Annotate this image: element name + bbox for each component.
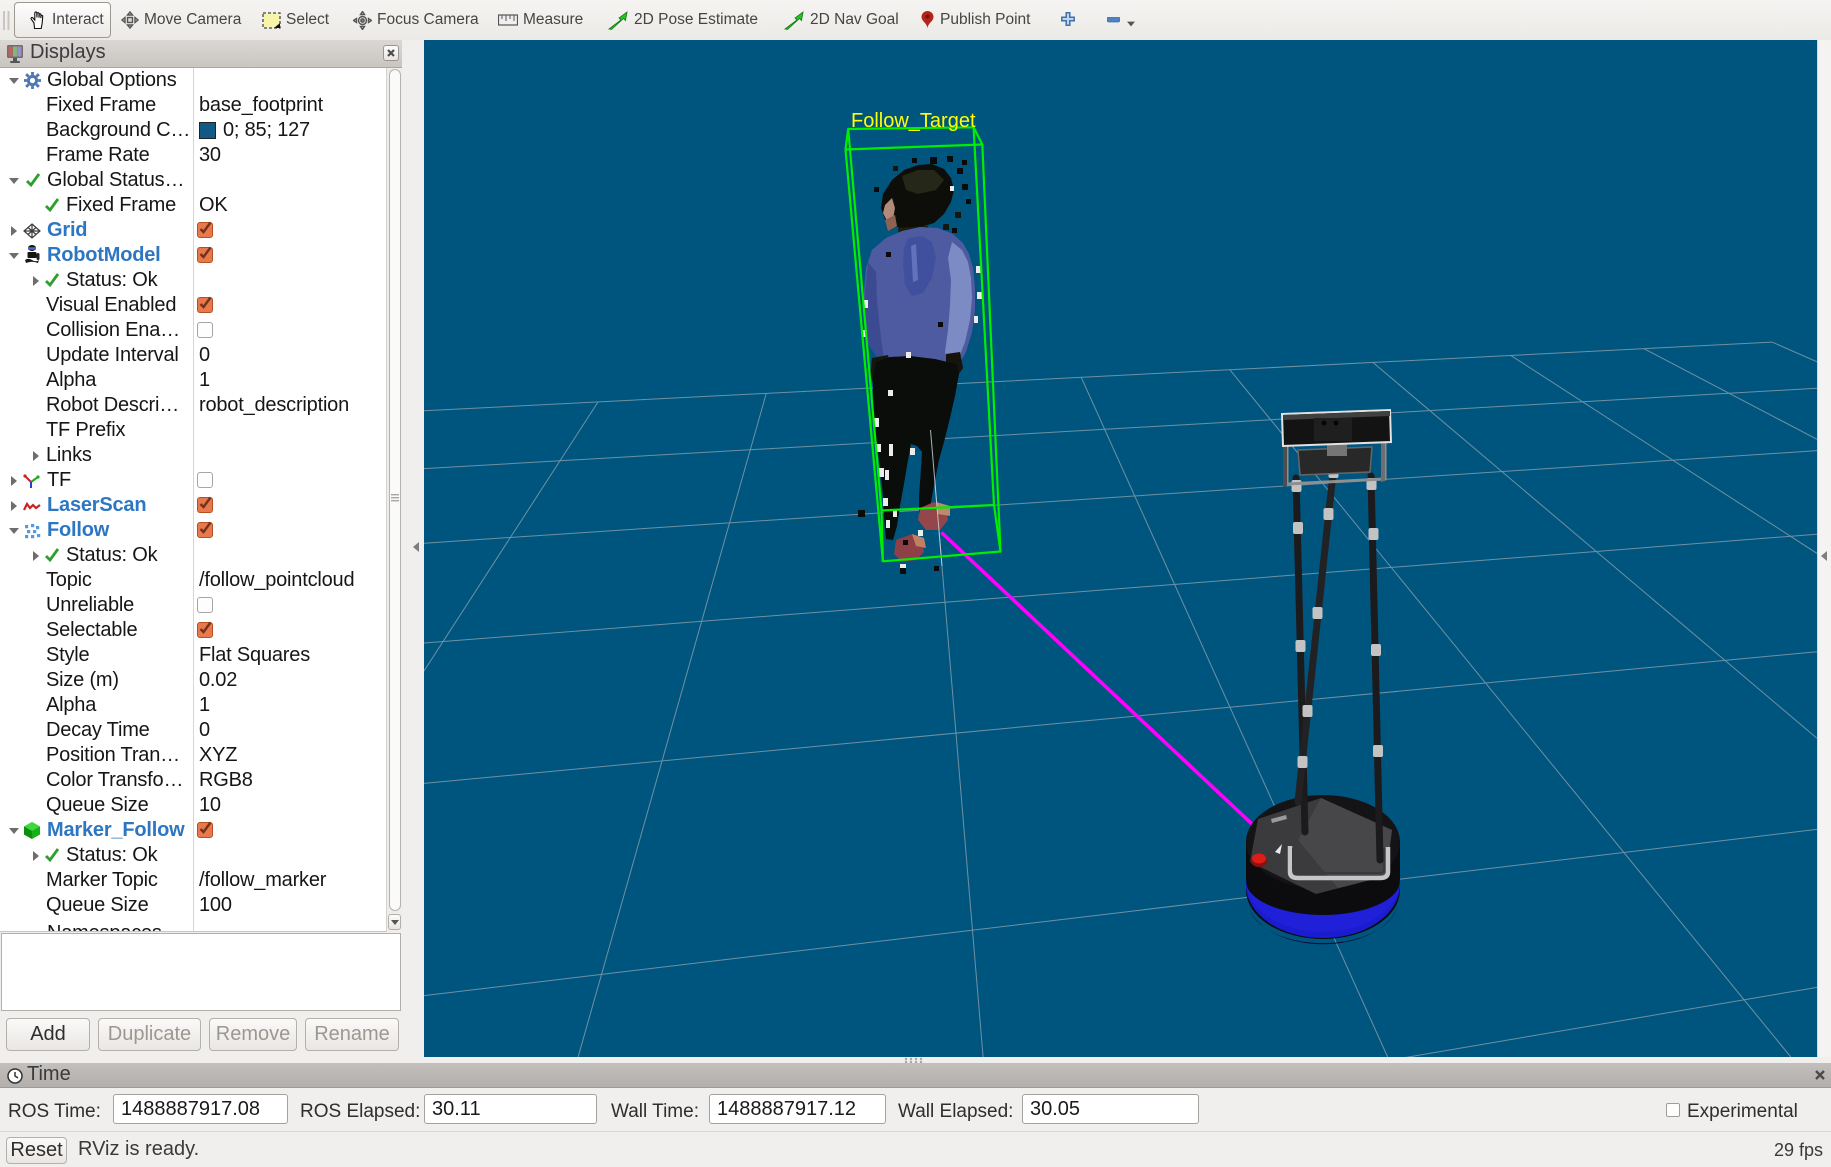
svg-text:Follow_Target: Follow_Target <box>851 110 976 132</box>
